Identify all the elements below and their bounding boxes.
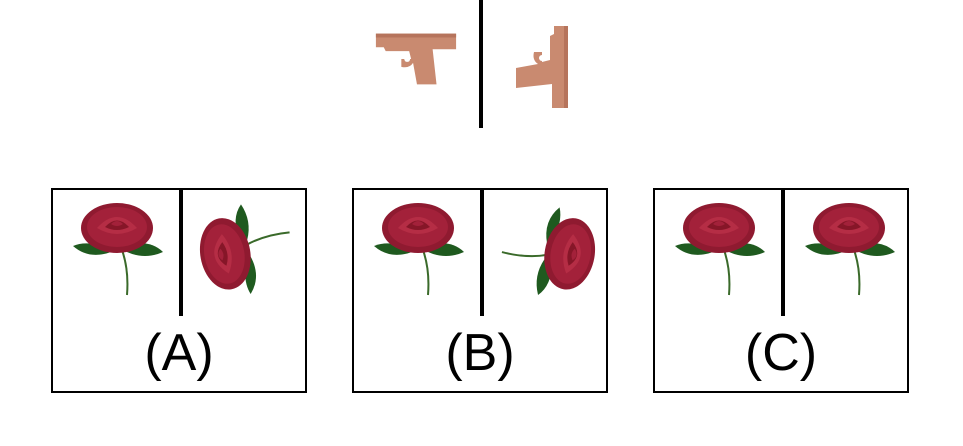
- prompt-right-cell: [506, 20, 586, 110]
- prompt-divider: [479, 0, 483, 128]
- pistol-icon: [372, 28, 460, 90]
- option-c-label: (C): [744, 324, 818, 382]
- option-c-divider: [781, 190, 785, 316]
- option-a-left-cell: [67, 200, 167, 305]
- rose-rotated-icon: [197, 200, 297, 300]
- rose-icon: [67, 200, 167, 300]
- rose-icon: [799, 200, 899, 300]
- option-b-left-cell: [368, 200, 468, 305]
- option-a-right-cell: [197, 200, 297, 305]
- option-a[interactable]: (A): [51, 188, 307, 393]
- rose-rotated-icon: [498, 200, 598, 300]
- rose-icon: [669, 200, 769, 300]
- option-c-left-cell: [669, 200, 769, 305]
- option-b-label: (B): [445, 324, 515, 382]
- option-b-divider: [480, 190, 484, 316]
- option-a-divider: [179, 190, 183, 316]
- option-b-right-cell: [498, 200, 598, 305]
- option-c[interactable]: (C): [653, 188, 909, 393]
- rose-icon: [368, 200, 468, 300]
- option-c-right-cell: [799, 200, 899, 305]
- pistol-rotated-icon: [516, 26, 568, 108]
- prompt-left-cell: [372, 28, 462, 94]
- option-a-label: (A): [144, 324, 214, 382]
- option-b[interactable]: (B): [352, 188, 608, 393]
